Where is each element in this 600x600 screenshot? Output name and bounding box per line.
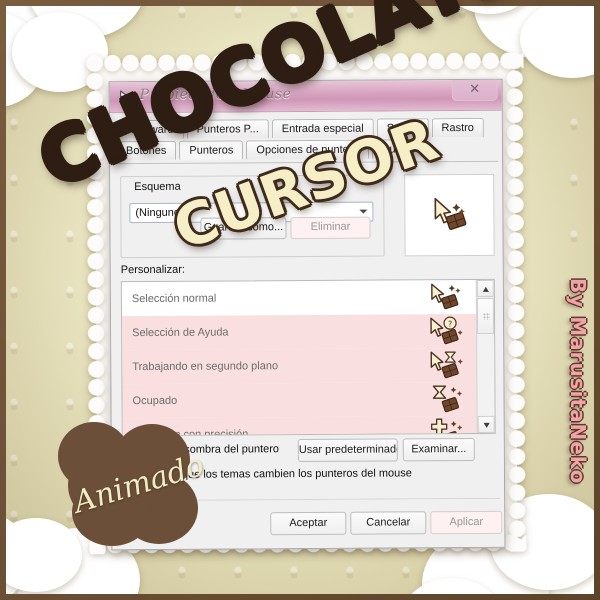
dialog-client-area: Hardware Punteros P... Entrada especial …	[109, 110, 505, 550]
tab-entrada-especial[interactable]: Entrada especial	[271, 118, 374, 139]
checkbox-icon	[123, 470, 139, 485]
scheme-group-label: Esquema	[131, 180, 184, 194]
mouse-icon	[118, 89, 134, 105]
browse-button[interactable]: Examinar...	[402, 437, 475, 462]
title-bar: Propiedades: Mouse ✕	[109, 78, 502, 114]
list-item-label: Selección con precisión	[132, 428, 249, 437]
list-item[interactable]: Selección de Ayuda ?	[122, 313, 495, 351]
ok-button[interactable]: Aceptar	[270, 511, 347, 536]
tab-strip: Hardware Punteros P... Entrada especial …	[115, 117, 498, 162]
list-item[interactable]: Trabajando en segundo plano	[122, 347, 495, 385]
punteros-panel: Esquema (Ninguno) Guardar como... Elimin…	[116, 160, 503, 545]
list-item[interactable]: Selección normal	[122, 280, 494, 316]
tab-opciones-de-puntero[interactable]: Opciones de puntero	[246, 139, 369, 160]
list-item[interactable]: Selección con precisión	[122, 415, 495, 437]
crosshair-cursor-icon	[429, 418, 469, 437]
scroll-up-icon[interactable]	[476, 279, 494, 297]
list-item-label: Selección normal	[131, 292, 217, 306]
list-item-label: Ocupado	[132, 394, 178, 408]
tab-rueda[interactable]: Rueda	[371, 139, 425, 159]
themes-checkbox-label: Permitir que los temas cambien los punte…	[140, 467, 412, 482]
list-item[interactable]: Ocupado	[122, 381, 495, 419]
scheme-combobox-value: (Ninguno)	[135, 206, 184, 220]
tab-hardware[interactable]: Hardware	[115, 119, 184, 140]
close-icon[interactable]: ✕	[451, 78, 498, 102]
customize-label: Personalizar:	[120, 263, 185, 277]
use-default-button[interactable]: Usar predeterminado	[297, 438, 398, 463]
scroll-down-icon[interactable]	[477, 415, 495, 433]
tab-rastro[interactable]: Rastro	[431, 117, 484, 138]
cursor-list: Selección normal Selección de Ayuda ? Tr…	[120, 278, 496, 437]
tab-punteros[interactable]: Punteros	[179, 140, 244, 160]
scrollbar-thumb[interactable]	[476, 297, 495, 334]
cancel-button[interactable]: Cancelar	[350, 511, 427, 535]
save-as-button[interactable]: Guardar como...	[200, 217, 287, 240]
checkbox-icon	[123, 445, 138, 460]
svg-text:?: ?	[448, 320, 452, 329]
tab-row-upper: Hardware Punteros P... Entrada especial …	[115, 117, 498, 140]
list-scrollbar[interactable]	[475, 279, 495, 433]
dialog-footer: Aceptar Cancelar Aplicar	[118, 498, 503, 545]
artwork-canvas: Propiedades: Mouse ✕ Hardware Punteros P…	[0, 0, 600, 600]
list-item-label: Trabajando en segundo plano	[132, 360, 279, 374]
window-title: Propiedades: Mouse	[139, 86, 292, 104]
tab-punteros-p[interactable]: Punteros P...	[186, 119, 269, 139]
tab-sound[interactable]: Sound	[376, 118, 429, 138]
delete-button[interactable]: Eliminar	[290, 216, 371, 240]
cursor-preview-box	[404, 173, 495, 257]
chevron-down-icon	[359, 209, 368, 214]
list-item-label: Selección de Ayuda	[132, 326, 229, 340]
tab-botones[interactable]: Botones	[115, 140, 177, 161]
shadow-checkbox-label: Habilitar sombra del puntero	[140, 443, 280, 457]
tab-row-lower: Botones Punteros Opciones de puntero Rue…	[115, 139, 498, 161]
mouse-properties-dialog: Propiedades: Mouse ✕ Hardware Punteros P…	[108, 78, 506, 551]
arrow-chocolate-cursor-icon	[429, 195, 469, 236]
apply-button[interactable]: Aplicar	[430, 510, 503, 535]
